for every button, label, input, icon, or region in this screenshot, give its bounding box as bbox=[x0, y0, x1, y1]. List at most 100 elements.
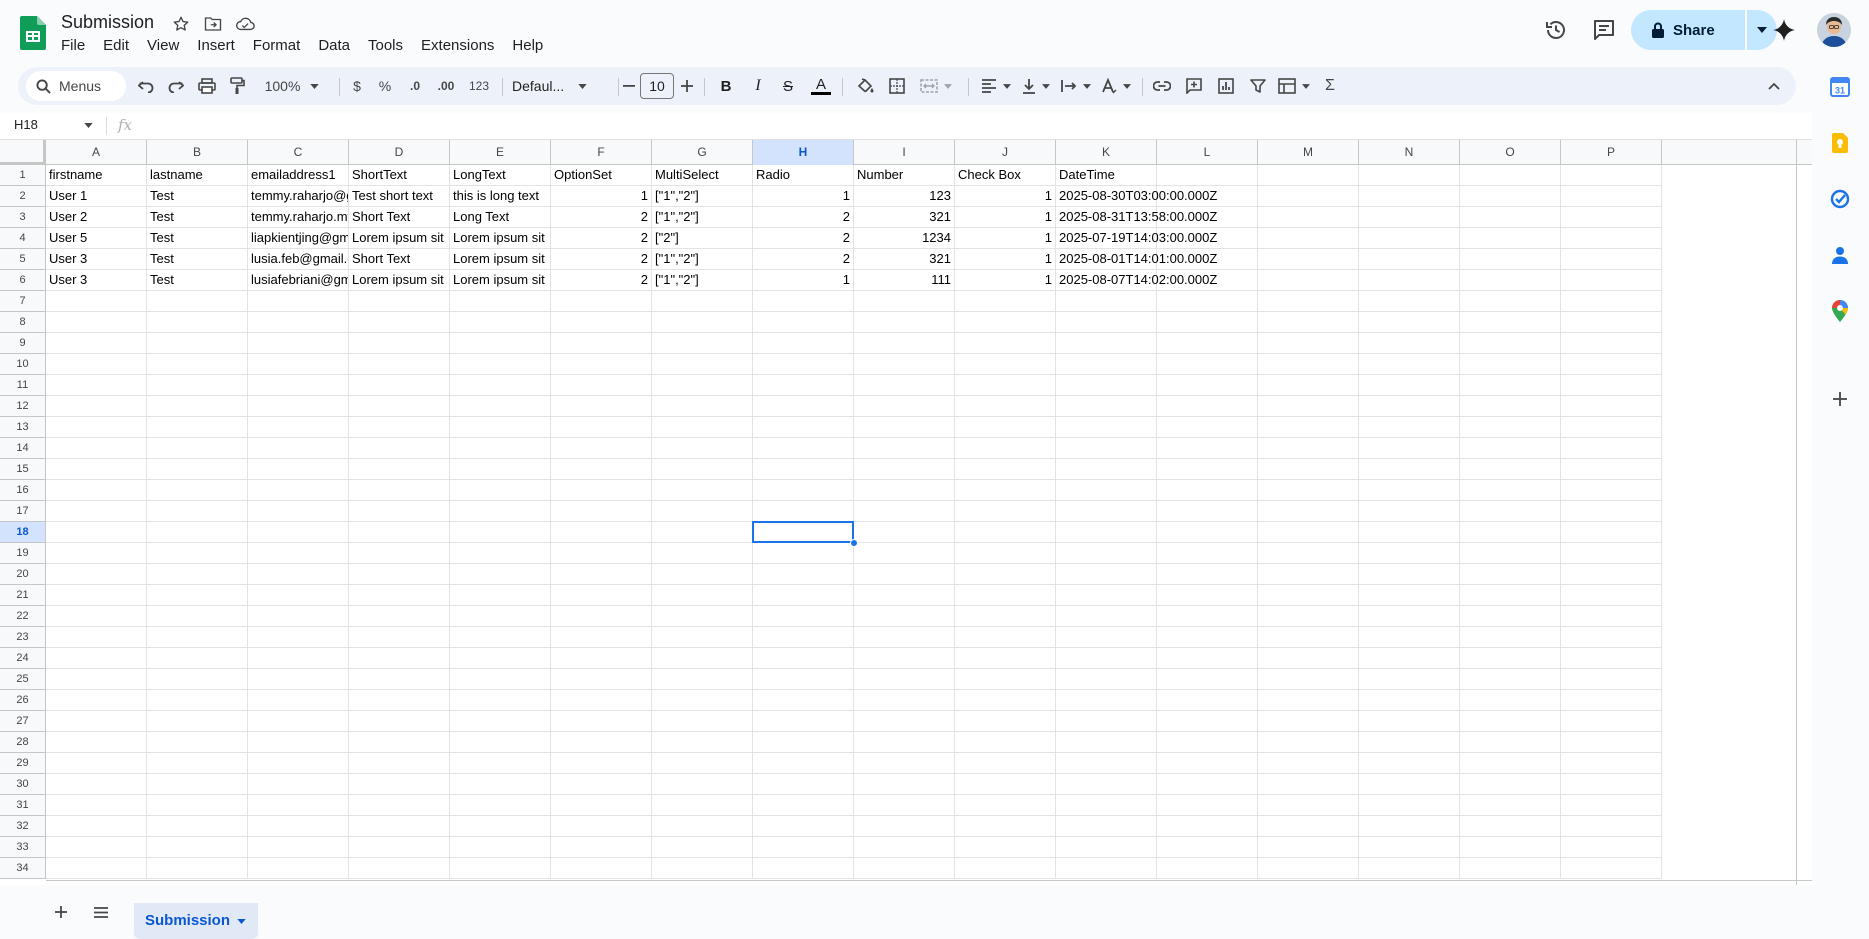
cell-c31[interactable] bbox=[248, 795, 349, 816]
cell-n26[interactable] bbox=[1359, 690, 1460, 711]
cell-p5[interactable] bbox=[1561, 249, 1662, 270]
cell-p34[interactable] bbox=[1561, 858, 1662, 879]
cell-c19[interactable] bbox=[248, 543, 349, 564]
cell-j1[interactable]: Check Box bbox=[955, 165, 1056, 186]
cell-a6[interactable]: User 3 bbox=[46, 270, 147, 291]
row-header-10[interactable]: 10 bbox=[0, 354, 46, 375]
cell-j3[interactable]: 1 bbox=[955, 207, 1056, 228]
cell-i31[interactable] bbox=[854, 795, 955, 816]
cell-b2[interactable]: Test bbox=[147, 186, 248, 207]
cell-l21[interactable] bbox=[1157, 585, 1258, 606]
cell-n11[interactable] bbox=[1359, 375, 1460, 396]
row-header-19[interactable]: 19 bbox=[0, 543, 46, 564]
cell-j17[interactable] bbox=[955, 501, 1056, 522]
cell-k10[interactable] bbox=[1056, 354, 1157, 375]
cell-f21[interactable] bbox=[551, 585, 652, 606]
row-header-25[interactable]: 25 bbox=[0, 669, 46, 690]
cell-i17[interactable] bbox=[854, 501, 955, 522]
cell-o10[interactable] bbox=[1460, 354, 1561, 375]
row-header-30[interactable]: 30 bbox=[0, 774, 46, 795]
row-header-20[interactable]: 20 bbox=[0, 564, 46, 585]
cell-a20[interactable] bbox=[46, 564, 147, 585]
cell-k32[interactable] bbox=[1056, 816, 1157, 837]
column-header-l[interactable]: L bbox=[1157, 140, 1258, 165]
cell-e25[interactable] bbox=[450, 669, 551, 690]
cell-b19[interactable] bbox=[147, 543, 248, 564]
cell-f7[interactable] bbox=[551, 291, 652, 312]
cell-j29[interactable] bbox=[955, 753, 1056, 774]
cell-n2[interactable] bbox=[1359, 186, 1460, 207]
cell-d26[interactable] bbox=[349, 690, 450, 711]
cell-a21[interactable] bbox=[46, 585, 147, 606]
cell-e24[interactable] bbox=[450, 648, 551, 669]
cell-i10[interactable] bbox=[854, 354, 955, 375]
cell-k26[interactable] bbox=[1056, 690, 1157, 711]
version-history-icon[interactable] bbox=[1540, 14, 1572, 46]
cell-p25[interactable] bbox=[1561, 669, 1662, 690]
cell-n20[interactable] bbox=[1359, 564, 1460, 585]
cell-g4[interactable]: ["2"] bbox=[652, 228, 753, 249]
row-header-15[interactable]: 15 bbox=[0, 459, 46, 480]
cell-a5[interactable]: User 3 bbox=[46, 249, 147, 270]
cell-n29[interactable] bbox=[1359, 753, 1460, 774]
cell-p33[interactable] bbox=[1561, 837, 1662, 858]
cell-m14[interactable] bbox=[1258, 438, 1359, 459]
cell-c15[interactable] bbox=[248, 459, 349, 480]
cell-e26[interactable] bbox=[450, 690, 551, 711]
cell-n1[interactable] bbox=[1359, 165, 1460, 186]
menu-format[interactable]: Format bbox=[244, 35, 310, 59]
cell-e16[interactable] bbox=[450, 480, 551, 501]
horizontal-align-icon[interactable] bbox=[976, 72, 1016, 100]
cell-l15[interactable] bbox=[1157, 459, 1258, 480]
cell-f3[interactable]: 2 bbox=[551, 207, 652, 228]
cell-i15[interactable] bbox=[854, 459, 955, 480]
cell-k18[interactable] bbox=[1056, 522, 1157, 543]
cell-k29[interactable] bbox=[1056, 753, 1157, 774]
cell-o16[interactable] bbox=[1460, 480, 1561, 501]
row-header-28[interactable]: 28 bbox=[0, 732, 46, 753]
cell-i9[interactable] bbox=[854, 333, 955, 354]
cell-j12[interactable] bbox=[955, 396, 1056, 417]
cell-k25[interactable] bbox=[1056, 669, 1157, 690]
row-header-13[interactable]: 13 bbox=[0, 417, 46, 438]
cell-j11[interactable] bbox=[955, 375, 1056, 396]
cell-c10[interactable] bbox=[248, 354, 349, 375]
column-header-m[interactable]: M bbox=[1258, 140, 1359, 165]
cell-d31[interactable] bbox=[349, 795, 450, 816]
cell-g12[interactable] bbox=[652, 396, 753, 417]
maps-icon[interactable] bbox=[1829, 300, 1851, 322]
row-header-12[interactable]: 12 bbox=[0, 396, 46, 417]
cell-b15[interactable] bbox=[147, 459, 248, 480]
insert-link-icon[interactable] bbox=[1148, 72, 1176, 100]
cell-g3[interactable]: ["1","2"] bbox=[652, 207, 753, 228]
cell-n17[interactable] bbox=[1359, 501, 1460, 522]
cell-c3[interactable]: temmy.raharjo.my@gmail.com bbox=[248, 207, 349, 228]
cell-e4[interactable]: Lorem ipsum sit bbox=[450, 228, 551, 249]
cell-l23[interactable] bbox=[1157, 627, 1258, 648]
cell-o11[interactable] bbox=[1460, 375, 1561, 396]
cell-f30[interactable] bbox=[551, 774, 652, 795]
cell-h18[interactable] bbox=[753, 522, 854, 543]
row-header-8[interactable]: 8 bbox=[0, 312, 46, 333]
cell-h26[interactable] bbox=[753, 690, 854, 711]
cell-h27[interactable] bbox=[753, 711, 854, 732]
add-sheet-icon[interactable] bbox=[47, 898, 75, 926]
cell-m15[interactable] bbox=[1258, 459, 1359, 480]
row-header-29[interactable]: 29 bbox=[0, 753, 46, 774]
cell-n18[interactable] bbox=[1359, 522, 1460, 543]
cell-j24[interactable] bbox=[955, 648, 1056, 669]
cell-k8[interactable] bbox=[1056, 312, 1157, 333]
cell-m3[interactable] bbox=[1258, 207, 1359, 228]
cell-l27[interactable] bbox=[1157, 711, 1258, 732]
cell-k4[interactable]: 2025-07-19T14:03:00.000Z bbox=[1056, 228, 1217, 249]
cell-n5[interactable] bbox=[1359, 249, 1460, 270]
row-header-22[interactable]: 22 bbox=[0, 606, 46, 627]
cell-a32[interactable] bbox=[46, 816, 147, 837]
cell-h19[interactable] bbox=[753, 543, 854, 564]
cell-h31[interactable] bbox=[753, 795, 854, 816]
cell-g26[interactable] bbox=[652, 690, 753, 711]
cell-o23[interactable] bbox=[1460, 627, 1561, 648]
cell-j20[interactable] bbox=[955, 564, 1056, 585]
cell-e18[interactable] bbox=[450, 522, 551, 543]
cell-d29[interactable] bbox=[349, 753, 450, 774]
